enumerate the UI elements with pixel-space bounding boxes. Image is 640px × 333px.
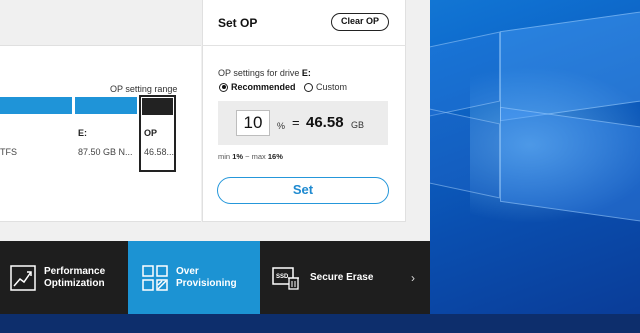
op-size-value: 46.58 — [306, 114, 344, 131]
radio-unchecked-icon — [304, 82, 313, 92]
op-range-label: OP setting range — [110, 84, 178, 94]
min-label: min — [218, 152, 231, 161]
radio-checked-icon — [219, 82, 228, 92]
nav-label-line: Performance — [44, 265, 106, 277]
nav-label-line: Secure Erase — [310, 271, 374, 283]
partition-op-size: 46.58... — [144, 147, 175, 157]
percent-unit: % — [277, 121, 286, 131]
min-value: 1% — [232, 152, 244, 161]
op-partition-fill — [142, 98, 173, 115]
app-window: OP setting range TFS E: 87.50 GB N... OP… — [0, 0, 430, 314]
nav-secure-erase[interactable]: SSD Secure Erase › — [260, 241, 430, 314]
svg-text:SSD: SSD — [276, 274, 289, 280]
chart-icon — [10, 264, 36, 291]
custom-label: Custom — [316, 82, 348, 92]
logo-pane — [500, 8, 640, 122]
nav-label: Performance Optimization — [44, 266, 105, 290]
percent-input[interactable]: 10 — [236, 110, 270, 136]
nav-label-line: Provisioning — [176, 277, 237, 289]
nav-label-line: Over — [176, 265, 199, 277]
drive-name: E: — [301, 68, 311, 78]
ssd-trash-icon: SSD — [272, 266, 299, 290]
logo-pane — [430, 106, 500, 199]
clear-op-button[interactable]: Clear OP — [331, 13, 389, 31]
panel-divider — [202, 45, 406, 46]
drive-line: OP settings for drive E: — [218, 68, 311, 78]
op-size-unit: GB — [351, 120, 365, 130]
max-label: max — [251, 152, 266, 161]
recommended-radio[interactable]: Recommended — [219, 82, 296, 92]
recommended-label: Recommended — [231, 82, 296, 92]
range-sep: ~ — [245, 152, 250, 161]
nav-label-line: Optimization — [44, 277, 105, 289]
nav-performance-optimization[interactable]: Performance Optimization — [0, 241, 128, 314]
partition-fs-label: TFS — [0, 147, 17, 157]
grid-icon — [142, 264, 168, 291]
partition-op-label: OP — [144, 128, 158, 138]
partition-e-label: E: — [78, 128, 87, 138]
custom-radio[interactable]: Custom — [304, 82, 347, 92]
set-button[interactable]: Set — [217, 177, 389, 204]
partition-bar — [0, 97, 72, 114]
taskbar — [0, 314, 640, 333]
chevron-right-icon[interactable]: › — [411, 271, 415, 285]
bottom-nav: Performance Optimization Over Provisioni… — [0, 241, 430, 314]
max-value: 16% — [267, 152, 283, 161]
partition-bar-e — [75, 97, 137, 114]
partition-e-size: 87.50 GB N... — [78, 147, 133, 157]
drive-prefix: OP settings for drive — [218, 68, 300, 78]
equals-sign: = — [292, 115, 300, 130]
nav-label: Over Provisioning — [176, 266, 237, 290]
op-min-max: min 1% ~ max 16% — [218, 152, 283, 161]
set-op-title: Set OP — [218, 16, 258, 30]
nav-label: Secure Erase — [310, 272, 373, 284]
desktop-windows-logo — [430, 0, 640, 333]
nav-over-provisioning[interactable]: Over Provisioning — [128, 241, 260, 314]
